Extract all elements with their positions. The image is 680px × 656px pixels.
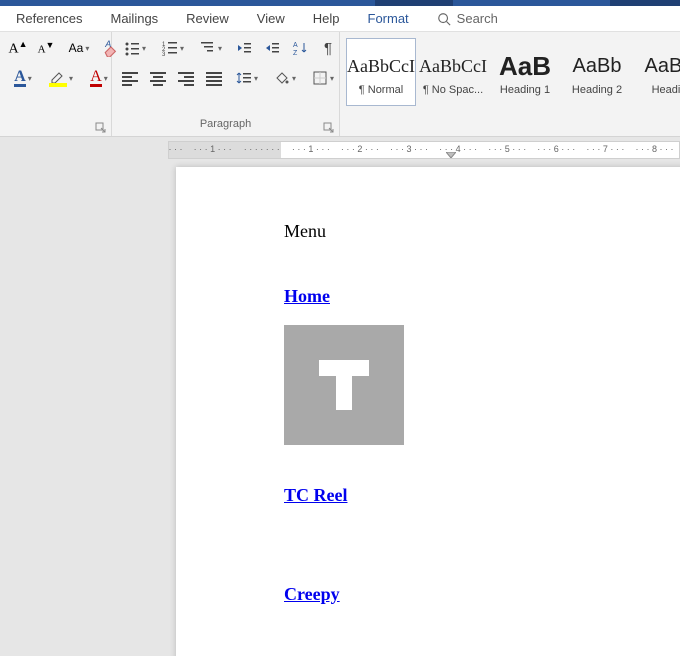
align-center-icon (150, 70, 166, 86)
styles-gallery: AaBbCcI¶ NormalAaBbCcI¶ No Spac...AaBHea… (340, 32, 680, 108)
title-bar-highlight (375, 0, 453, 6)
placeholder-t-icon (319, 360, 369, 410)
pilcrow-icon: ¶ (324, 40, 332, 57)
dialog-launcher-icon (95, 122, 107, 134)
svg-text:3: 3 (162, 52, 166, 56)
paragraph-group-label: Paragraph (200, 118, 251, 130)
svg-text:A: A (104, 39, 111, 49)
decrease-indent-button[interactable] (232, 36, 256, 60)
indent-icon (264, 40, 280, 56)
tab-format[interactable]: Format (368, 11, 409, 26)
shading-button[interactable]: ▾ (268, 66, 302, 90)
sort-icon: AZ (292, 40, 308, 56)
style-tile-heading-1[interactable]: AaBHeading 1 (490, 38, 560, 106)
ruler-tick: · · · 4 · · · (434, 144, 483, 154)
style-tile--no-spac-[interactable]: AaBbCcI¶ No Spac... (418, 38, 488, 106)
outdent-icon (236, 40, 252, 56)
search-label: Search (457, 11, 498, 26)
style-tile-headin[interactable]: AaBbHeadin (634, 38, 680, 106)
doc-link-home[interactable]: Home (284, 286, 680, 307)
bullets-button[interactable]: ▾ (118, 36, 152, 60)
title-bar-right (610, 0, 680, 6)
style-tile--normal[interactable]: AaBbCcI¶ Normal (346, 38, 416, 106)
style-name-label: Heading 2 (572, 84, 622, 96)
show-hide-marks-button[interactable]: ¶ (316, 36, 340, 60)
tab-view[interactable]: View (257, 11, 285, 26)
ruler-tick: · · · 7 · · · (581, 144, 630, 154)
search-box[interactable]: Search (437, 11, 498, 26)
ruler-tick: · · · 1 · · · (286, 144, 335, 154)
ribbon: A▲ A▼ Aa▾ A A▾ ▾ (0, 32, 680, 137)
style-tile-heading-2[interactable]: AaBbHeading 2 (562, 38, 632, 106)
group-font: A▲ A▼ Aa▾ A A▾ ▾ (0, 32, 112, 136)
doc-blank-area-2[interactable] (284, 623, 680, 656)
tab-references[interactable]: References (16, 11, 82, 26)
group-styles: AaBbCcI¶ NormalAaBbCcI¶ No Spac...AaBHea… (340, 32, 680, 136)
tab-mailings[interactable]: Mailings (110, 11, 158, 26)
style-preview: AaB (499, 48, 551, 84)
group-paragraph: ▾ 123 ▾ ▾ AZ (112, 32, 340, 136)
style-preview: AaBb (573, 48, 622, 84)
justify-button[interactable] (202, 66, 226, 90)
svg-text:Z: Z (293, 50, 298, 56)
bullets-icon (124, 40, 140, 56)
numbering-icon: 123 (162, 40, 178, 56)
doc-image-placeholder[interactable] (284, 325, 404, 445)
highlight-color-button[interactable]: ▾ (44, 66, 78, 90)
document-workspace: · · · 2 · · ·· · · 1 · · ·· · · · · · ··… (0, 137, 680, 656)
document-page[interactable]: Menu Home TC Reel Creepy (176, 167, 680, 656)
justify-icon (206, 70, 222, 86)
align-left-icon (122, 70, 138, 86)
font-group-launcher[interactable] (95, 122, 107, 134)
ruler-tick: · · · 3 · · · (384, 144, 433, 154)
text-effects-button[interactable]: A▾ (6, 66, 40, 90)
tab-help[interactable]: Help (313, 11, 340, 26)
line-spacing-icon (236, 70, 252, 86)
ruler-tick: · · · · · · · (237, 144, 286, 154)
ruler-tick: · · · 6 · · · (532, 144, 581, 154)
borders-button[interactable]: ▾ (306, 66, 340, 90)
ruler-tick: · · · 2 · · · (335, 144, 384, 154)
doc-link-creepy[interactable]: Creepy (284, 584, 680, 605)
doc-link-tcreel[interactable]: TC Reel (284, 485, 680, 506)
multilevel-list-button[interactable]: ▾ (194, 36, 228, 60)
tab-review[interactable]: Review (186, 11, 229, 26)
ruler-tick: · · · 2 · · · (168, 144, 188, 154)
align-center-button[interactable] (146, 66, 170, 90)
align-right-button[interactable] (174, 66, 198, 90)
borders-icon (312, 70, 328, 86)
style-name-label: ¶ Normal (359, 84, 403, 96)
align-left-button[interactable] (118, 66, 142, 90)
increase-indent-button[interactable] (260, 36, 284, 60)
style-name-label: Headin (652, 84, 680, 96)
horizontal-ruler[interactable]: · · · 2 · · ·· · · 1 · · ·· · · · · · ··… (168, 141, 680, 159)
style-name-label: Heading 1 (500, 84, 550, 96)
doc-blank-area[interactable] (284, 524, 680, 584)
indent-marker[interactable] (446, 152, 456, 159)
ruler-tick: · · · 5 · · · (483, 144, 532, 154)
grow-font-button[interactable]: A▲ (6, 36, 30, 60)
svg-text:A: A (293, 42, 298, 49)
highlighter-icon (49, 69, 67, 87)
style-preview: AaBb (645, 48, 680, 84)
multilevel-icon (200, 40, 216, 56)
doc-text-menu[interactable]: Menu (284, 221, 680, 242)
change-case-button[interactable]: Aa▾ (62, 36, 96, 60)
font-color-button[interactable]: A▾ (82, 66, 116, 90)
sort-button[interactable]: AZ (288, 36, 312, 60)
align-right-icon (178, 70, 194, 86)
style-preview: AaBbCcI (419, 48, 487, 84)
ruler-tick: · · · 8 · · · (630, 144, 679, 154)
paint-bucket-icon (274, 70, 290, 86)
dialog-launcher-icon (323, 122, 335, 134)
numbering-button[interactable]: 123 ▾ (156, 36, 190, 60)
line-spacing-button[interactable]: ▾ (230, 66, 264, 90)
ribbon-tabs: References Mailings Review View Help For… (0, 6, 680, 32)
ruler-tick: · · · 1 · · · (188, 144, 237, 154)
style-preview: AaBbCcI (347, 48, 415, 84)
paragraph-group-launcher[interactable] (323, 122, 335, 134)
shrink-font-button[interactable]: A▼ (34, 36, 58, 60)
style-name-label: ¶ No Spac... (423, 84, 483, 96)
search-icon (437, 12, 451, 26)
